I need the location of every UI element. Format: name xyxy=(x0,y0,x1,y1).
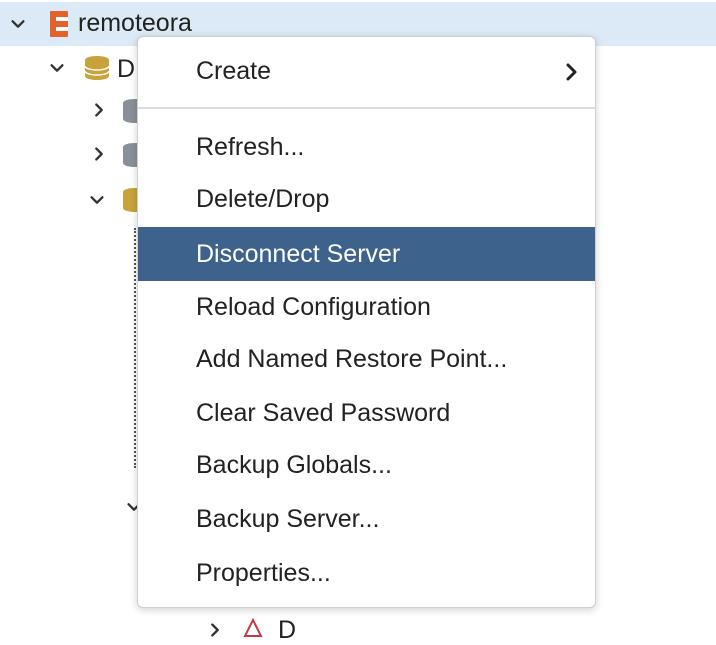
menu-item-label: Backup Globals... xyxy=(196,450,392,479)
chevron-right-icon[interactable] xyxy=(205,620,225,640)
context-menu: Create Refresh... Delete/Drop Disconnect… xyxy=(137,36,596,608)
chevron-right-icon xyxy=(563,61,581,83)
chevron-down-icon[interactable] xyxy=(47,58,67,78)
chevron-right-icon[interactable] xyxy=(89,100,109,120)
menu-divider xyxy=(138,107,595,109)
domain-icon xyxy=(243,617,263,638)
menu-item-label: Properties... xyxy=(196,558,331,587)
edb-server-icon xyxy=(48,9,70,39)
menu-item-label: Clear Saved Password xyxy=(196,398,451,427)
menu-item-add-named-restore-point[interactable]: Add Named Restore Point... xyxy=(138,333,595,385)
menu-item-properties[interactable]: Properties... xyxy=(138,547,595,599)
menu-item-reload-configuration[interactable]: Reload Configuration xyxy=(138,281,595,333)
menu-item-label: Refresh... xyxy=(196,132,305,161)
menu-item-label: Disconnect Server xyxy=(196,239,401,268)
database-icon xyxy=(84,55,110,81)
chevron-down-icon[interactable] xyxy=(8,14,28,34)
tree-node-label: D xyxy=(278,616,297,644)
chevron-right-icon[interactable] xyxy=(89,144,109,164)
menu-item-label: Backup Server... xyxy=(196,504,380,533)
menu-item-create[interactable]: Create xyxy=(138,45,595,97)
menu-item-clear-saved-password[interactable]: Clear Saved Password xyxy=(138,387,595,439)
menu-item-refresh[interactable]: Refresh... xyxy=(138,121,595,173)
tree-node-label: remoteora xyxy=(78,9,192,37)
menu-item-delete-drop[interactable]: Delete/Drop xyxy=(138,173,595,225)
menu-item-label: Create xyxy=(196,56,272,85)
menu-item-backup-server[interactable]: Backup Server... xyxy=(138,493,595,545)
menu-item-disconnect-server[interactable]: Disconnect Server xyxy=(138,227,595,281)
menu-item-label: Reload Configuration xyxy=(196,292,431,321)
menu-item-backup-globals[interactable]: Backup Globals... xyxy=(138,439,595,491)
menu-item-label: Add Named Restore Point... xyxy=(196,344,508,373)
tree-node-label: D xyxy=(117,55,136,83)
menu-item-label: Delete/Drop xyxy=(196,184,330,213)
chevron-down-icon[interactable] xyxy=(87,190,107,210)
